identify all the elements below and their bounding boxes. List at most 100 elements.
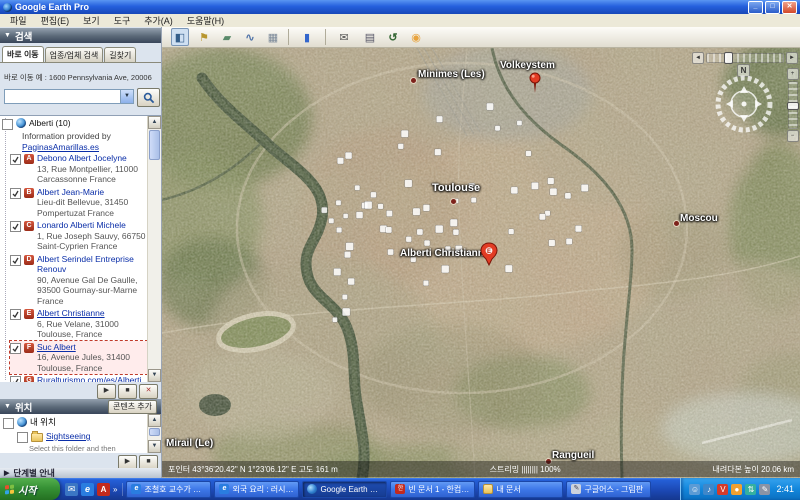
quicklaunch-internet-explorer-icon[interactable]: e bbox=[81, 483, 94, 496]
add-placemark-icon[interactable]: ⚑ bbox=[196, 29, 212, 45]
clear-results-button[interactable]: ✕ bbox=[139, 384, 158, 399]
checkbox[interactable] bbox=[10, 188, 21, 199]
Albert Jean-Marie[interactable]: B Albert Jean-Marie Lieu-dit Bellevue, 3… bbox=[10, 186, 147, 220]
zoom-thumb[interactable] bbox=[787, 102, 799, 110]
map-label[interactable]: Toulouse bbox=[432, 182, 480, 194]
menu-add[interactable]: 추가(A) bbox=[137, 14, 180, 27]
menu-help[interactable]: 도움말(H) bbox=[180, 14, 231, 27]
checkbox[interactable] bbox=[10, 154, 21, 165]
city-dot-marker[interactable] bbox=[410, 77, 417, 84]
city-dot-marker[interactable] bbox=[673, 220, 680, 227]
scroll-up-icon[interactable]: ▲ bbox=[148, 414, 161, 427]
result-name[interactable]: Albert Serindel Entreprise Renouv bbox=[37, 254, 134, 275]
scroll-down-icon[interactable]: ▼ bbox=[148, 440, 161, 453]
close-button[interactable]: ✕ bbox=[782, 1, 797, 14]
places-scrollbar[interactable]: ▲ ▼ bbox=[147, 414, 161, 453]
places-list[interactable]: 내 위치 Sightseeing Select this folder and … bbox=[0, 414, 161, 453]
search-results-list[interactable]: Alberti (10) Information provided by Pag… bbox=[0, 115, 161, 382]
add-polygon-icon[interactable]: ▰ bbox=[219, 29, 235, 45]
email-icon[interactable]: ✉ bbox=[325, 29, 355, 45]
start-button[interactable]: 시작 bbox=[0, 478, 60, 500]
results-scrollbar[interactable]: ▲ ▼ bbox=[147, 116, 161, 382]
taskbar-window-button[interactable]: 한 빈 문서 1 - 한컴오... bbox=[390, 481, 475, 498]
tray-volume-icon[interactable]: ♪ bbox=[703, 484, 714, 495]
Debono Albert Jocelyne[interactable]: A Debono Albert Jocelyne 13, Rue Montpel… bbox=[10, 152, 147, 186]
map-label[interactable]: Mirail (Le) bbox=[166, 438, 213, 449]
minimize-button[interactable]: _ bbox=[748, 1, 763, 14]
compass-navigator[interactable] bbox=[712, 72, 776, 136]
checkbox[interactable] bbox=[2, 119, 13, 130]
Ruralturismo.com/es/Alberti[interactable]: G Ruralturismo.com/es/Alberti C/ Cana 17… bbox=[10, 374, 147, 382]
tilt-slider[interactable]: ◄ ► bbox=[692, 52, 798, 64]
taskbar-window-button[interactable]: Google Earth Pro... bbox=[302, 481, 387, 498]
taskbar-window-button[interactable]: 내 문서 bbox=[478, 481, 563, 498]
scroll-thumb[interactable] bbox=[149, 428, 160, 436]
quicklaunch-acrobat-icon[interactable]: A bbox=[97, 483, 110, 496]
quick-launch-overflow-icon[interactable]: » bbox=[113, 485, 117, 494]
maximize-button[interactable]: □ bbox=[765, 1, 780, 14]
add-path-icon[interactable]: ∿ bbox=[242, 29, 258, 45]
tilt-left-icon[interactable]: ◄ bbox=[692, 52, 704, 64]
Lonardo Alberti Michele[interactable]: C Lonardo Alberti Michele 1, Rue Joseph … bbox=[10, 219, 147, 253]
print-icon[interactable]: ▤ bbox=[362, 29, 378, 45]
map-label[interactable]: Rangueil bbox=[552, 450, 594, 461]
tab-fly-to[interactable]: 바로 이동 bbox=[2, 46, 44, 62]
tab-find-businesses[interactable]: 업종/업체 검색 bbox=[45, 47, 104, 62]
sightseeing-folder-item[interactable]: Sightseeing bbox=[17, 430, 147, 444]
taskbar-window-button[interactable]: e 외국 요리 : 러시아... bbox=[214, 481, 299, 498]
scroll-thumb[interactable] bbox=[149, 130, 160, 160]
view-in-google-maps-icon[interactable]: ↺ bbox=[385, 29, 401, 45]
my-places-item[interactable]: 내 위치 bbox=[3, 416, 147, 430]
play-tour-button[interactable]: ▶ bbox=[97, 384, 116, 399]
map-label[interactable]: Minimes (Les) bbox=[418, 69, 485, 80]
scroll-up-icon[interactable]: ▲ bbox=[148, 116, 161, 129]
result-balloon-marker[interactable]: E bbox=[480, 242, 498, 266]
provider-link[interactable]: PaginasAmarillas.es bbox=[22, 142, 99, 152]
result-name[interactable]: Ruralturismo.com/es/Alberti bbox=[37, 375, 141, 382]
search-panel-header[interactable]: ▼ 검색 bbox=[0, 28, 161, 43]
tilt-track[interactable] bbox=[706, 53, 784, 63]
tray-update-icon[interactable]: ● bbox=[731, 484, 742, 495]
map-label[interactable]: Alberti Christianne bbox=[400, 248, 489, 259]
map-label[interactable]: Moscou bbox=[680, 213, 718, 224]
tray-pen-icon[interactable]: ✎ bbox=[759, 484, 770, 495]
zoom-in-button[interactable]: + bbox=[787, 68, 799, 80]
ruler-icon[interactable]: ▮ bbox=[288, 29, 318, 45]
menu-view[interactable]: 보기 bbox=[76, 14, 107, 27]
tilt-thumb[interactable] bbox=[724, 52, 733, 64]
taskbar-window-button[interactable]: e 조철호 교수가 도... bbox=[126, 481, 211, 498]
checkbox[interactable] bbox=[10, 343, 21, 354]
map-viewport[interactable]: Minimes (Les) Volkeystem Toulouse Moscou… bbox=[162, 48, 800, 478]
checkbox[interactable] bbox=[10, 309, 21, 320]
city-dot-marker[interactable] bbox=[450, 198, 457, 205]
tray-messenger-icon[interactable]: ☺ bbox=[689, 484, 700, 495]
zoom-track[interactable] bbox=[788, 81, 798, 129]
result-name[interactable]: Lonardo Alberti Michele bbox=[37, 220, 126, 230]
add-content-button[interactable]: 콘텐츠 추가 bbox=[108, 400, 157, 414]
tray-network-icon[interactable]: ⇅ bbox=[745, 484, 756, 495]
checkbox[interactable] bbox=[10, 221, 21, 232]
Albert Christianne[interactable]: E Albert Christianne 6, Rue Velane, 3100… bbox=[10, 307, 147, 341]
taskbar-window-button[interactable]: ✎ 구글어스 - 그림판 bbox=[566, 481, 651, 498]
expand-icon[interactable]: ▶ bbox=[4, 469, 9, 477]
checkbox[interactable] bbox=[10, 376, 21, 382]
tab-directions[interactable]: 길찾기 bbox=[104, 47, 136, 62]
fly-to-input[interactable] bbox=[4, 89, 122, 104]
google-earth-icon[interactable]: ◉ bbox=[408, 29, 424, 45]
add-image-overlay-icon[interactable]: ▦ bbox=[265, 29, 281, 45]
pushpin-marker[interactable] bbox=[528, 72, 542, 94]
menu-tools[interactable]: 도구 bbox=[107, 14, 138, 27]
scroll-down-icon[interactable]: ▼ bbox=[148, 369, 161, 382]
zoom-slider[interactable]: + − bbox=[786, 68, 799, 142]
collapse-icon[interactable]: ▼ bbox=[4, 32, 11, 39]
result-name[interactable]: Suc Albert bbox=[37, 342, 76, 352]
menu-file[interactable]: 파일 bbox=[3, 14, 34, 27]
zoom-out-button[interactable]: − bbox=[787, 130, 799, 142]
dropdown-arrow-icon[interactable]: ▼ bbox=[120, 89, 134, 104]
tilt-right-icon[interactable]: ► bbox=[786, 52, 798, 64]
search-result-root[interactable]: Alberti (10) bbox=[2, 117, 147, 131]
Suc Albert[interactable]: F Suc Albert 16, Avenue Jules, 31400 Tou… bbox=[10, 341, 147, 375]
menu-edit[interactable]: 편집(E) bbox=[34, 14, 77, 27]
search-button[interactable] bbox=[137, 88, 160, 107]
Albert Serindel Entreprise Renouv[interactable]: D Albert Serindel Entreprise Renouv 90, … bbox=[10, 253, 147, 308]
